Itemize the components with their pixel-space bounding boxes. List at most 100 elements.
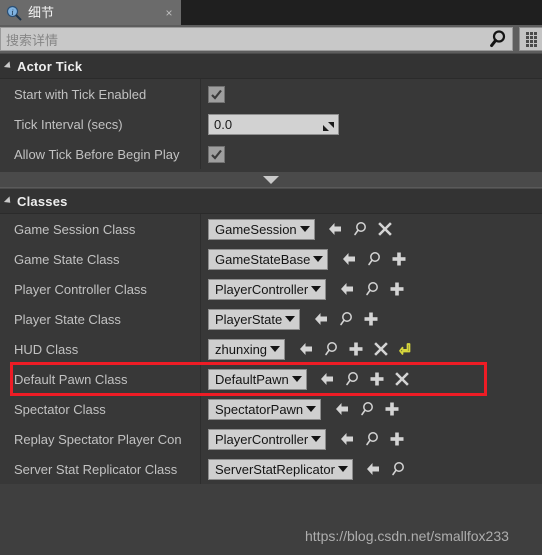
search-placeholder: 搜索详情	[6, 32, 59, 48]
chevron-down-icon	[3, 196, 14, 206]
property-row-game-session-class[interactable]: Game Session Class GameSession	[0, 214, 542, 244]
property-row-tick-interval[interactable]: Tick Interval (secs) 0.0	[0, 109, 542, 139]
search-bar: 搜索详情	[0, 25, 542, 53]
details-magnifier-icon: i	[6, 5, 22, 21]
search-input[interactable]: 搜索详情	[0, 27, 513, 51]
combo-box-serverstatreplicator[interactable]: ServerStatReplicator	[208, 458, 353, 480]
back-arrow-icon[interactable]	[315, 368, 340, 390]
combo-box-value: PlayerController	[215, 431, 309, 447]
new-asset-icon[interactable]	[384, 278, 409, 300]
back-arrow-icon[interactable]	[308, 308, 333, 330]
new-asset-icon[interactable]	[386, 248, 411, 270]
browse-icon[interactable]	[354, 398, 379, 420]
column-divider	[200, 394, 201, 424]
back-arrow-icon[interactable]	[293, 338, 318, 360]
row-actions	[323, 218, 398, 240]
combo-box-playerstate[interactable]: PlayerState	[208, 308, 301, 330]
new-asset-icon[interactable]	[365, 368, 390, 390]
expand-more-icon	[263, 175, 279, 184]
clear-icon[interactable]	[373, 218, 398, 240]
back-arrow-icon[interactable]	[336, 248, 361, 270]
browse-icon[interactable]	[359, 278, 384, 300]
section-header-actor-tick[interactable]: Actor Tick	[0, 53, 542, 79]
chevron-down-icon	[3, 61, 14, 71]
combo-box-playercontroller[interactable]: PlayerController	[208, 278, 327, 300]
property-row-replay-spectator-player-con[interactable]: Replay Spectator Player Con PlayerControl…	[0, 424, 542, 454]
property-row-hud-class[interactable]: HUD Class zhunxing	[0, 334, 542, 364]
new-asset-icon[interactable]	[343, 338, 368, 360]
property-value: PlayerController	[200, 428, 542, 450]
property-value: PlayerState	[200, 308, 542, 330]
new-asset-icon[interactable]	[384, 428, 409, 450]
numeric-input-tick-interval[interactable]: 0.0	[208, 113, 339, 135]
checkbox-allow-tick-before-begin-play[interactable]	[208, 145, 225, 163]
combo-box-value: PlayerState	[215, 311, 283, 327]
property-row-default-pawn-class[interactable]: Default Pawn Class DefaultPawn	[0, 364, 542, 394]
column-divider	[200, 109, 201, 139]
property-row-server-stat-replicator-class[interactable]: Server Stat Replicator Class ServerStatRe…	[0, 454, 542, 484]
browse-icon[interactable]	[348, 218, 373, 240]
property-row-player-state-class[interactable]: Player State Class PlayerState	[0, 304, 542, 334]
row-actions	[308, 308, 383, 330]
row-actions	[334, 278, 409, 300]
checkbox-start-with-tick-enabled[interactable]	[208, 85, 225, 103]
property-label: Tick Interval (secs)	[14, 116, 123, 132]
combo-box-gamestatebase[interactable]: GameStateBase	[208, 248, 329, 270]
property-label: Player State Class	[14, 311, 121, 327]
property-row-start-with-tick-enabled[interactable]: Start with Tick Enabled	[0, 79, 542, 109]
property-row-allow-tick-before-begin-play[interactable]: Allow Tick Before Begin Play	[0, 139, 542, 169]
row-actions	[336, 248, 411, 270]
search-icon[interactable]	[487, 28, 509, 50]
combo-box-zhunxing[interactable]: zhunxing	[208, 338, 286, 360]
column-divider	[200, 304, 201, 334]
property-row-player-controller-class[interactable]: Player Controller Class PlayerController	[0, 274, 542, 304]
combo-box-playercontroller[interactable]: PlayerController	[208, 428, 327, 450]
clear-icon[interactable]	[368, 338, 393, 360]
spinner-drag-icon[interactable]	[323, 119, 334, 131]
section-rows-actor-tick: Start with Tick Enabled Tick Interval (s…	[0, 79, 542, 169]
combo-box-gamesession[interactable]: GameSession	[208, 218, 315, 240]
watermark: https://blog.csdn.net/smallfox233	[305, 528, 509, 544]
property-row-spectator-class[interactable]: Spectator Class SpectatorPawn	[0, 394, 542, 424]
tab-details[interactable]: i 细节 ×	[0, 0, 181, 25]
view-options-button[interactable]	[519, 27, 542, 51]
combo-box-value: GameSession	[215, 221, 297, 237]
browse-icon[interactable]	[386, 458, 411, 480]
close-icon[interactable]: ×	[163, 7, 175, 19]
back-arrow-icon[interactable]	[334, 278, 359, 300]
back-arrow-icon[interactable]	[334, 428, 359, 450]
property-value: DefaultPawn	[200, 368, 542, 390]
chevron-down-icon	[306, 406, 317, 412]
combo-box-defaultpawn[interactable]: DefaultPawn	[208, 368, 307, 390]
back-arrow-icon[interactable]	[329, 398, 354, 420]
property-label: Spectator Class	[14, 401, 106, 417]
back-arrow-icon[interactable]	[323, 218, 348, 240]
section-title: Classes	[17, 193, 68, 209]
back-arrow-icon[interactable]	[361, 458, 386, 480]
property-row-game-state-class[interactable]: Game State Class GameStateBase	[0, 244, 542, 274]
browse-icon[interactable]	[361, 248, 386, 270]
numeric-value: 0.0	[214, 116, 233, 132]
browse-icon[interactable]	[333, 308, 358, 330]
chevron-down-icon	[291, 376, 302, 382]
new-asset-icon[interactable]	[379, 398, 404, 420]
browse-icon[interactable]	[318, 338, 343, 360]
combo-box-spectatorpawn[interactable]: SpectatorPawn	[208, 398, 322, 420]
chevron-down-icon	[311, 436, 322, 442]
clear-icon[interactable]	[390, 368, 415, 390]
details-panel: i 细节 × 搜索详情 Actor Tick Start with Tick E…	[0, 0, 542, 555]
combo-box-value: PlayerController	[215, 281, 309, 297]
svg-text:i: i	[11, 8, 13, 17]
browse-icon[interactable]	[340, 368, 365, 390]
row-actions	[361, 458, 411, 480]
section-header-classes[interactable]: Classes	[0, 188, 542, 214]
browse-icon[interactable]	[359, 428, 384, 450]
reset-to-default-icon[interactable]	[393, 338, 418, 360]
expand-more-bar[interactable]	[0, 172, 542, 188]
tab-label: 细节	[28, 5, 55, 20]
column-divider	[200, 454, 201, 484]
column-divider	[200, 274, 201, 304]
new-asset-icon[interactable]	[358, 308, 383, 330]
chevron-down-icon	[313, 256, 324, 262]
column-divider	[200, 424, 201, 454]
